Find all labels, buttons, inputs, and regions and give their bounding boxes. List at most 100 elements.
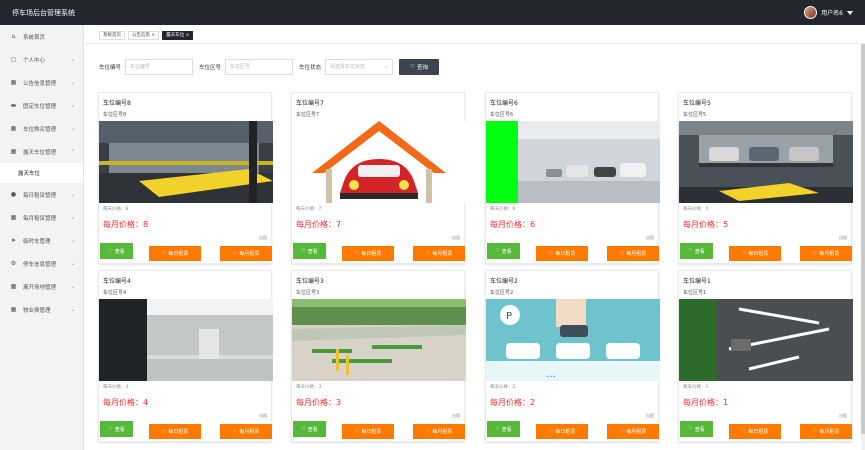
daily-rent-button[interactable]: ♡ 每日租赁 bbox=[342, 424, 394, 439]
sidebar-item-notice[interactable]: ▦ 公告信息管理 ⌄ bbox=[0, 71, 83, 94]
view-button[interactable]: ♡ 查看 bbox=[487, 421, 520, 437]
space-no-label: 车位编号 bbox=[99, 65, 122, 71]
view-button[interactable]: ♡ 查看 bbox=[680, 421, 713, 437]
tab-notice[interactable]: 公告信息 × bbox=[128, 31, 160, 40]
card-status-tag: 出租 bbox=[839, 413, 847, 418]
space-area-input[interactable]: 车位区号 bbox=[225, 59, 294, 75]
heart-icon: ♡ bbox=[619, 428, 625, 435]
sidebar-item-leave[interactable]: ▦ 离开场地管理 ⌄ bbox=[0, 275, 83, 298]
view-button[interactable]: ♡ 查看 bbox=[100, 243, 133, 259]
heart-icon: ♡ bbox=[812, 428, 818, 435]
space-no-input[interactable]: 车位编号 bbox=[125, 59, 194, 75]
view-button[interactable]: ♡ 查看 bbox=[293, 243, 326, 259]
chevron-down-icon: ⌄ bbox=[70, 125, 75, 132]
monthly-rent-button[interactable]: ♡ 每月租赁 bbox=[607, 424, 659, 439]
chevron-down-icon: ⌄ bbox=[70, 260, 75, 267]
parking-card: 车位编号5 车位区号5 每天价格：5 每月价格：5 出租 ♡ 查看 ♡ 每日租赁 ♡ 每月租赁 bbox=[678, 92, 853, 264]
pin-icon: ● bbox=[10, 191, 17, 198]
avatar[interactable] bbox=[804, 6, 818, 19]
card-daily-price: 每天价格：7 bbox=[296, 207, 322, 212]
monthly-rent-button[interactable]: ♡ 每月租赁 bbox=[220, 424, 272, 439]
daily-rent-label: 每日租赁 bbox=[555, 429, 576, 435]
heart-icon: ♡ bbox=[548, 250, 554, 257]
heart-icon: ♡ bbox=[108, 426, 113, 432]
daily-rent-label: 每日租赁 bbox=[748, 429, 769, 435]
monthly-rent-button[interactable]: ♡ 每月租赁 bbox=[413, 424, 465, 439]
daily-rent-label: 每日租赁 bbox=[361, 251, 382, 257]
card-space-no: 车位编号8 bbox=[103, 100, 131, 107]
space-status-select[interactable]: 请选择车位状态 ⌄ bbox=[325, 59, 394, 75]
daily-rent-button[interactable]: ♡ 每日租赁 bbox=[149, 246, 201, 261]
query-button[interactable]: ♡ 查询 bbox=[399, 59, 440, 75]
view-button[interactable]: ♡ 查看 bbox=[487, 243, 520, 259]
daily-rent-button[interactable]: ♡ 每日租赁 bbox=[536, 424, 588, 439]
user-name[interactable]: 用户名6 bbox=[821, 8, 843, 17]
sidebar-item-home[interactable]: ⌂ 系统首页 bbox=[0, 25, 83, 48]
space-status-placeholder: 请选择车位状态 bbox=[330, 64, 366, 70]
sidebar-item-temp-car[interactable]: ➤ 临时车管理 ⌄ bbox=[0, 229, 83, 252]
card-status-tag: 出租 bbox=[259, 413, 267, 418]
sidebar-item-property-fee[interactable]: ▦ 物业费管理 ⌄ bbox=[0, 298, 83, 321]
card-image bbox=[679, 121, 853, 203]
view-button[interactable]: ♡ 查看 bbox=[680, 243, 713, 259]
card-space-area: 车位区号5 bbox=[683, 112, 707, 118]
scrollbar-thumb[interactable] bbox=[861, 44, 865, 434]
daily-rent-button[interactable]: ♡ 每日租赁 bbox=[342, 246, 394, 261]
card-monthly-price: 每月价格：1 bbox=[683, 398, 729, 407]
parking-card: 车位编号7 车位区号7 每天价格：7 每月价格：7 出租 ♡ 查看 ♡ 每日租赁 ♡ 每月租赁 bbox=[291, 92, 466, 264]
chevron-down-icon: ⌄ bbox=[383, 64, 389, 70]
monthly-rent-button[interactable]: ♡ 每月租赁 bbox=[800, 424, 852, 439]
monthly-rent-button[interactable]: ♡ 每月租赁 bbox=[800, 246, 852, 261]
card-image bbox=[486, 121, 660, 203]
view-button[interactable]: ♡ 查看 bbox=[100, 421, 133, 437]
chevron-down-icon: ⌄ bbox=[70, 283, 75, 290]
sidebar-item-label: 每日租赁管理 bbox=[23, 192, 57, 199]
tab-outdoor-space[interactable]: 露天车位 × bbox=[162, 31, 194, 40]
sidebar-item-outdoor[interactable]: ▦ 露天车位管理 ⌃ bbox=[0, 140, 83, 163]
sidebar-item-fixed-space[interactable]: ▬ 固定车位管理 ⌄ bbox=[0, 94, 83, 117]
caret-down-icon[interactable] bbox=[847, 10, 853, 15]
daily-rent-button[interactable]: ♡ 每日租赁 bbox=[536, 246, 588, 261]
sidebar-item-purchase[interactable]: ▦ 车位购买管理 ⌄ bbox=[0, 117, 83, 140]
monthly-rent-button[interactable]: ♡ 每月租赁 bbox=[220, 246, 272, 261]
card-daily-price: 每天价格：4 bbox=[103, 385, 129, 390]
svg-text:P: P bbox=[506, 311, 512, 322]
sidebar-item-profile[interactable]: ▢ 个人中心 ⌄ bbox=[0, 48, 83, 71]
heart-icon: ♡ bbox=[161, 428, 167, 435]
card-daily-price: 每天价格：6 bbox=[490, 207, 516, 212]
grid-icon: ▦ bbox=[10, 79, 17, 86]
heart-icon: ♡ bbox=[410, 64, 415, 70]
chevron-down-icon: ⌄ bbox=[70, 191, 75, 198]
card-monthly-price: 每月价格：3 bbox=[296, 398, 342, 407]
grid-icon: ▦ bbox=[10, 125, 17, 132]
daily-rent-button[interactable]: ♡ 每日租赁 bbox=[729, 424, 781, 439]
sidebar-item-label: 系统首页 bbox=[23, 34, 46, 41]
sidebar-item-daily-rent[interactable]: ● 每日租赁管理 ⌄ bbox=[0, 183, 83, 206]
sidebar-item-label: 固定车位管理 bbox=[23, 103, 57, 110]
monthly-rent-button[interactable]: ♡ 每月租赁 bbox=[607, 246, 659, 261]
daily-rent-button[interactable]: ♡ 每日租赁 bbox=[149, 424, 201, 439]
sidebar-item-label: 公告信息管理 bbox=[23, 80, 57, 87]
card-image bbox=[292, 299, 466, 381]
monthly-rent-button[interactable]: ♡ 每月租赁 bbox=[413, 246, 465, 261]
card-space-area: 车位区号4 bbox=[103, 290, 127, 296]
parking-card: 车位编号6 车位区号6 每天价格：6 每月价格：6 出租 ♡ 查看 ♡ 每日租赁 ♡ 每月租赁 bbox=[485, 92, 660, 264]
daily-rent-button[interactable]: ♡ 每日租赁 bbox=[729, 246, 781, 261]
heart-icon: ♡ bbox=[301, 248, 306, 254]
view-button[interactable]: ♡ 查看 bbox=[293, 421, 326, 437]
sidebar-item-monthly-rent[interactable]: ▦ 每月租赁管理 ⌄ bbox=[0, 206, 83, 229]
sidebar-item-parking-info[interactable]: ⚙ 停车信息管理 ⌄ bbox=[0, 252, 83, 275]
card-space-area: 车位区号6 bbox=[490, 112, 514, 118]
tab-home[interactable]: 系统首页 bbox=[99, 31, 125, 40]
daily-rent-label: 每日租赁 bbox=[748, 251, 769, 257]
sidebar-subitem-outdoor-space[interactable]: 露天车位 bbox=[0, 163, 83, 183]
card-status-tag: 出租 bbox=[646, 413, 654, 418]
scrollbar[interactable] bbox=[861, 44, 865, 450]
send-icon: ➤ bbox=[10, 237, 17, 244]
heart-icon: ♡ bbox=[495, 426, 500, 432]
card-monthly-price: 每月价格：2 bbox=[490, 398, 536, 407]
card-image bbox=[292, 121, 466, 203]
parking-card: 车位编号3 车位区号3 每天价格：3 每月价格：3 出租 ♡ 查看 ♡ 每日租赁 ♡ 每月租赁 bbox=[291, 270, 466, 442]
sidebar-item-label: 车位购买管理 bbox=[23, 126, 57, 133]
user-menu[interactable]: 用户名6 bbox=[804, 6, 853, 19]
